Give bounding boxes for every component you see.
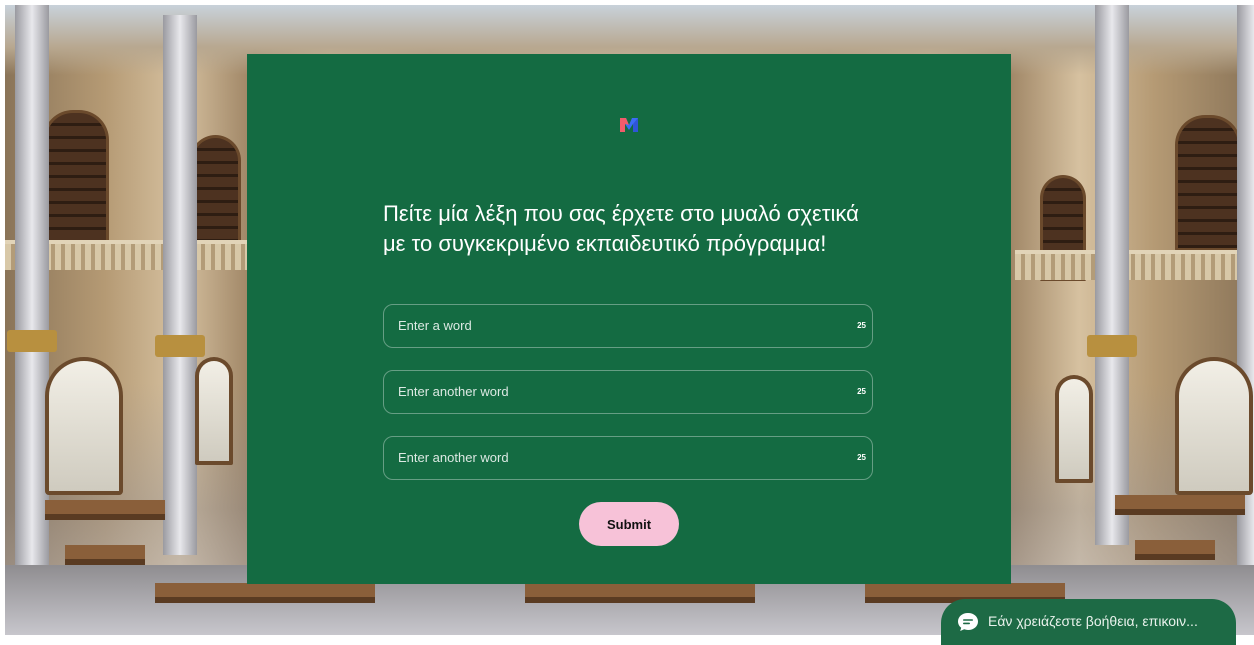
- submit-button[interactable]: Submit: [579, 502, 679, 546]
- char-limit-counter: 25: [857, 453, 866, 462]
- question-card: Πείτε μία λέξη που σας έρχετε στο μυαλό …: [247, 54, 1011, 584]
- question-title: Πείτε μία λέξη που σας έρχετε στο μυαλό …: [383, 201, 859, 256]
- chat-bubble-icon: [958, 613, 978, 631]
- word-input-3[interactable]: Enter another word 25: [383, 436, 873, 480]
- char-limit-counter: 25: [857, 321, 866, 330]
- word-input-1[interactable]: Enter a word 25: [383, 304, 873, 348]
- help-chat-widget[interactable]: Εάν χρειάζεστε βοήθεια, επικοιν...: [941, 599, 1236, 645]
- word-input-1-placeholder: Enter a word: [398, 318, 472, 333]
- word-input-2[interactable]: Enter another word 25: [383, 370, 873, 414]
- chat-widget-text: Εάν χρειάζεστε βοήθεια, επικοιν...: [988, 613, 1198, 629]
- word-input-2-placeholder: Enter another word: [398, 384, 509, 399]
- mentimeter-logo-icon: [620, 118, 638, 132]
- word-input-3-placeholder: Enter another word: [398, 450, 509, 465]
- char-limit-counter: 25: [857, 387, 866, 396]
